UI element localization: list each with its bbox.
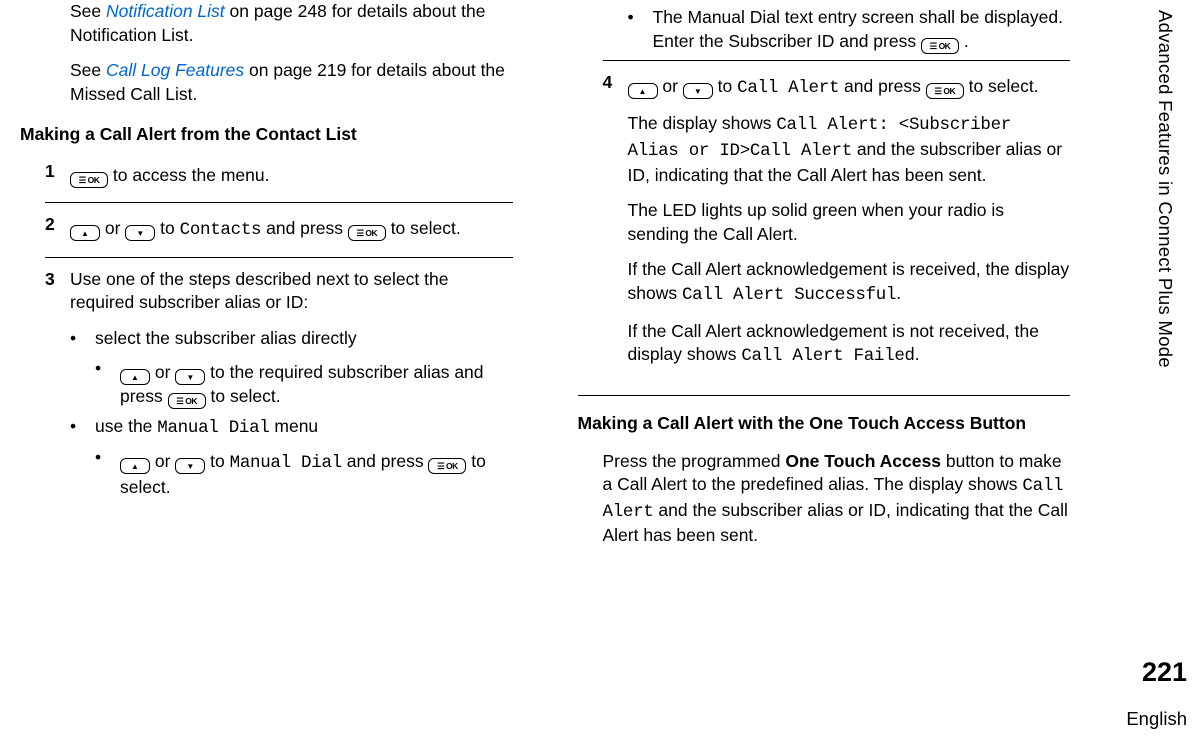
down-button-icon bbox=[683, 83, 713, 99]
text: use the bbox=[95, 416, 157, 436]
page-language: English bbox=[1126, 707, 1187, 732]
ok-button-icon bbox=[926, 83, 964, 99]
bullet-select-directly: • select the subscriber alias directly bbox=[70, 327, 513, 351]
paragraph-notification-list: See Notification List on page 248 for de… bbox=[70, 0, 513, 47]
down-button-icon bbox=[175, 458, 205, 474]
step-3: 3 Use one of the steps described next to… bbox=[45, 268, 513, 500]
paragraph-display-shows: The display shows Call Alert: <Subscribe… bbox=[628, 112, 1071, 187]
mono-manual-dial: Manual Dial bbox=[230, 453, 342, 473]
divider bbox=[603, 60, 1071, 61]
bullet-text: select the subscriber alias directly bbox=[95, 327, 357, 351]
step-body: to access the menu. bbox=[70, 164, 513, 188]
bullet-manual-dial-entry: • The Manual Dial text entry screen shal… bbox=[628, 6, 1071, 54]
text: and press bbox=[839, 76, 926, 96]
text: . bbox=[959, 31, 969, 51]
heading-making-call-alert-contact-list: Making a Call Alert from the Contact Lis… bbox=[20, 123, 513, 147]
text: or bbox=[150, 451, 175, 471]
ok-button-icon bbox=[70, 172, 108, 188]
up-button-icon bbox=[120, 369, 150, 385]
right-column: • The Manual Dial text entry screen shal… bbox=[558, 0, 1091, 700]
text: to access the menu. bbox=[108, 165, 269, 185]
text: menu bbox=[270, 416, 319, 436]
down-button-icon bbox=[175, 369, 205, 385]
text: or bbox=[150, 362, 175, 382]
paragraph-one-touch-access: Press the programmed One Touch Access bu… bbox=[603, 450, 1071, 549]
text: Press the programmed bbox=[603, 451, 786, 471]
text: . bbox=[896, 283, 901, 303]
text: and press bbox=[261, 218, 348, 238]
text: The Manual Dial text entry screen shall … bbox=[653, 7, 1064, 51]
text: and the subscriber alias or ID, indicati… bbox=[603, 500, 1068, 546]
step-number: 2 bbox=[45, 213, 70, 243]
step-2: 2 or to Contacts and press to select. bbox=[45, 213, 513, 243]
paragraph-led: The LED lights up solid green when your … bbox=[628, 199, 1071, 246]
ok-button-icon bbox=[428, 458, 466, 474]
sub-bullet: • or to Manual Dial and press to select. bbox=[95, 446, 513, 499]
mono-call-alert: Call Alert bbox=[737, 78, 839, 98]
bullet-mark: • bbox=[628, 6, 653, 54]
text: to select. bbox=[386, 218, 461, 238]
step-body: Use one of the steps described next to s… bbox=[70, 268, 513, 500]
heading-one-touch-access: Making a Call Alert with the One Touch A… bbox=[578, 412, 1071, 436]
bullet-mark: • bbox=[70, 327, 95, 351]
step-line: or to Call Alert and press to select. bbox=[628, 75, 1071, 101]
page-number: 221 bbox=[1142, 654, 1187, 690]
paragraph-ack-received: If the Call Alert acknowledgement is rec… bbox=[628, 258, 1071, 307]
step-body: or to Call Alert and press to select. Th… bbox=[628, 71, 1071, 381]
bullet-mark: • bbox=[70, 415, 95, 441]
text: or bbox=[100, 218, 125, 238]
up-button-icon bbox=[70, 225, 100, 241]
left-column: See Notification List on page 248 for de… bbox=[0, 0, 533, 700]
text: to bbox=[205, 451, 229, 471]
mono-contacts: Contacts bbox=[180, 220, 262, 240]
step-number: 1 bbox=[45, 160, 70, 188]
up-button-icon bbox=[628, 83, 658, 99]
bullet-mark: • bbox=[95, 357, 120, 409]
text: or bbox=[658, 76, 683, 96]
bullet-text: use the Manual Dial menu bbox=[95, 415, 318, 441]
step-number: 4 bbox=[603, 71, 628, 381]
divider bbox=[45, 202, 513, 203]
bold-one-touch-access: One Touch Access bbox=[785, 451, 941, 471]
text: to select. bbox=[206, 386, 281, 406]
paragraph-call-log: See Call Log Features on page 219 for de… bbox=[70, 59, 513, 106]
mono-call-alert-failed: Call Alert Failed bbox=[741, 346, 914, 366]
up-button-icon bbox=[120, 458, 150, 474]
text: and press bbox=[342, 451, 429, 471]
step-1: 1 to access the menu. bbox=[45, 160, 513, 188]
step-4: 4 or to Call Alert and press to select. … bbox=[603, 71, 1071, 381]
sub-bullet-body: or to Manual Dial and press to select. bbox=[120, 450, 513, 499]
mono-manual-dial: Manual Dial bbox=[157, 418, 269, 438]
sub-bullet: • or to the required subscriber alias an… bbox=[95, 357, 513, 409]
sub-bullet-body: or to the required subscriber alias and … bbox=[120, 361, 513, 409]
mono-call-alert-successful: Call Alert Successful bbox=[682, 285, 896, 305]
text: Use one of the steps described next to s… bbox=[70, 268, 513, 315]
bullet-mark: • bbox=[95, 446, 120, 499]
text: to bbox=[713, 76, 737, 96]
page-container: See Notification List on page 248 for de… bbox=[0, 0, 1090, 700]
paragraph-ack-not-received: If the Call Alert acknowledgement is not… bbox=[628, 320, 1071, 369]
ok-button-icon bbox=[168, 393, 206, 409]
link-call-log-features[interactable]: Call Log Features bbox=[106, 60, 244, 80]
text: The display shows bbox=[628, 113, 777, 133]
bullet-body: The Manual Dial text entry screen shall … bbox=[653, 6, 1071, 54]
text: See bbox=[70, 60, 106, 80]
text: See bbox=[70, 1, 106, 21]
divider bbox=[578, 395, 1071, 396]
bullet-manual-dial: • use the Manual Dial menu bbox=[70, 415, 513, 441]
text: to select. bbox=[964, 76, 1039, 96]
ok-button-icon bbox=[921, 38, 959, 54]
divider bbox=[45, 257, 513, 258]
text: to bbox=[155, 218, 179, 238]
link-notification-list[interactable]: Notification List bbox=[106, 1, 225, 21]
step-body: or to Contacts and press to select. bbox=[70, 217, 513, 243]
side-header: Advanced Features in Connect Plus Mode bbox=[1152, 10, 1177, 368]
ok-button-icon bbox=[348, 225, 386, 241]
down-button-icon bbox=[125, 225, 155, 241]
step-number: 3 bbox=[45, 268, 70, 500]
text: . bbox=[915, 344, 920, 364]
